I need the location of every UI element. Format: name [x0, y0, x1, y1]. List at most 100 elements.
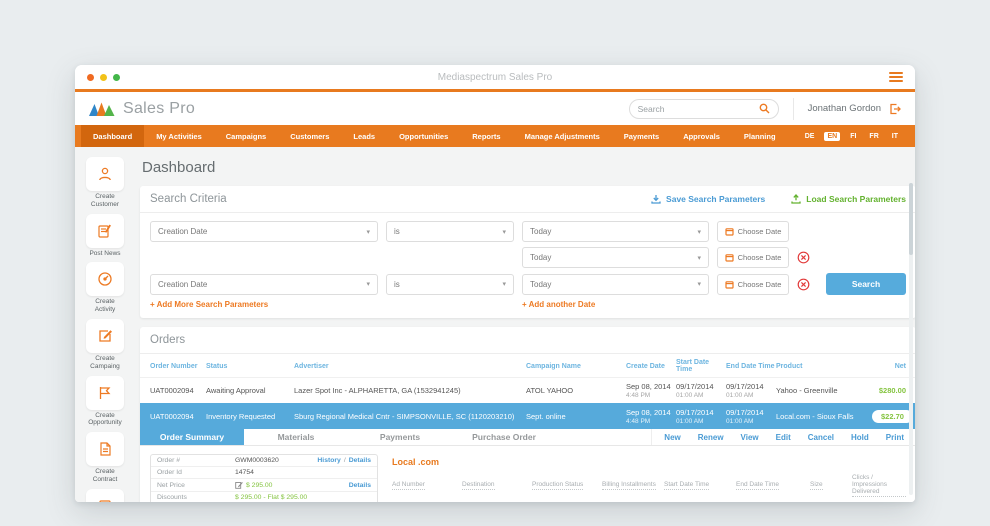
nav-item-my-activities[interactable]: My Activities	[144, 125, 214, 147]
calendar-icon	[725, 253, 734, 262]
person-icon	[97, 166, 113, 182]
nav-item-manage-adjustments[interactable]: Manage Adjustments	[513, 125, 612, 147]
nav-item-customers[interactable]: Customers	[278, 125, 341, 147]
add-another-date-link[interactable]: + Add another Date	[522, 300, 709, 309]
search-icon[interactable]	[759, 103, 770, 114]
order-summary-detail: Order # GWM0003620 History / Details Ord…	[140, 446, 915, 502]
tab-materials[interactable]: Materials	[244, 429, 348, 445]
nav-item-leads[interactable]: Leads	[341, 125, 387, 147]
orders-title: Orders	[150, 334, 185, 346]
chevron-down-icon: ▾	[697, 228, 701, 236]
gauge-icon	[97, 271, 113, 287]
search-criteria-panel: Search Criteria Save Search Parameters	[140, 186, 915, 318]
add-more-search-parameters-link[interactable]: + Add More Search Parameters	[150, 300, 378, 309]
order-row[interactable]: UAT0002094 Awaiting Approval Lazer Spot …	[140, 377, 915, 403]
app-logo: Sales Pro	[89, 100, 195, 118]
content-area: Create Customer Post News Create Activit…	[75, 147, 915, 502]
choose-date-button-3[interactable]: Choose Date	[717, 274, 789, 295]
search-button[interactable]: Search	[826, 273, 906, 295]
search-input[interactable]	[638, 104, 759, 114]
lang-de[interactable]: DE	[802, 132, 818, 141]
ad-table-header: Ad NumberDestination Production StatusBi…	[392, 474, 906, 497]
criteria-value-select-1[interactable]: Today ▾	[522, 221, 709, 242]
sidebar-item-create-activity[interactable]: Create Activity	[85, 262, 125, 314]
nav-item-payments[interactable]: Payments	[612, 125, 671, 147]
tab-purchase-order[interactable]: Purchase Order	[452, 429, 556, 445]
lang-fr[interactable]: FR	[866, 132, 881, 141]
choose-date-button-2[interactable]: Choose Date	[717, 247, 789, 268]
sidebar-item-create-campaign[interactable]: Create Campaing	[85, 319, 125, 371]
nav-item-approvals[interactable]: Approvals	[671, 125, 732, 147]
chevron-down-icon: ▾	[697, 280, 701, 288]
print-button[interactable]: Print	[886, 433, 904, 442]
net-amount-badge: $22.70	[872, 410, 913, 423]
app-window: Mediaspectrum Sales Pro Sales Pro	[75, 65, 915, 502]
criteria-field-select-3[interactable]: Creation Date ▾	[150, 274, 378, 295]
chevron-down-icon: ▾	[366, 228, 370, 236]
tab-order-summary[interactable]: Order Summary	[140, 429, 244, 445]
sidebar-item-create-opportunity[interactable]: Create Opportunity	[85, 376, 125, 428]
net-price-details-link[interactable]: Details	[349, 482, 371, 489]
app-name: Sales Pro	[123, 100, 195, 118]
criteria-value-select-3[interactable]: Today ▾	[522, 274, 709, 295]
order-summary-box: Order # GWM0003620 History / Details Ord…	[150, 454, 378, 502]
lang-fi[interactable]: FI	[847, 132, 859, 141]
logout-icon[interactable]	[889, 103, 901, 115]
scrollbar-thumb[interactable]	[909, 183, 913, 255]
order-row-selected[interactable]: UAT0002094 Inventory Requested Sburg Reg…	[140, 403, 915, 429]
sidebar-item-create-customer[interactable]: Create Customer	[85, 157, 125, 209]
cancel-button[interactable]: Cancel	[808, 433, 834, 442]
ad-group-panel: Local .com Ad NumberDestination Producti…	[392, 454, 906, 502]
sidebar-item-post-news[interactable]: Post News	[85, 214, 125, 258]
criteria-value-select-2[interactable]: Today ▾	[522, 247, 709, 268]
lang-en[interactable]: EN	[824, 132, 840, 141]
user-name[interactable]: Jonathan Gordon	[808, 103, 881, 114]
net-amount: $280.00	[872, 386, 906, 395]
title-bar: Mediaspectrum Sales Pro	[75, 65, 915, 89]
vertical-scrollbar[interactable]	[909, 183, 913, 495]
ad-row: GWM0003620-01 Local.com - Oshkosh Needs …	[392, 501, 906, 502]
nav-item-reports[interactable]: Reports	[460, 125, 512, 147]
header-divider	[793, 98, 794, 120]
nav-item-dashboard[interactable]: Dashboard	[81, 125, 144, 147]
lang-it[interactable]: IT	[889, 132, 901, 141]
edit-pencil-icon[interactable]	[235, 481, 243, 489]
menu-icon[interactable]	[889, 70, 903, 84]
nav-item-opportunities[interactable]: Opportunities	[387, 125, 460, 147]
upload-icon	[791, 194, 801, 204]
criteria-operator-select-3[interactable]: is ▾	[386, 274, 514, 295]
renew-button[interactable]: Renew	[698, 433, 724, 442]
chevron-down-icon: ▾	[366, 280, 370, 288]
sidebar-item-create-prospect[interactable]: Create Prospect	[85, 489, 125, 502]
main-nav: Dashboard My Activities Campaigns Custom…	[75, 125, 915, 147]
orders-table-header: Order NumberStatus AdvertiserCampaign Na…	[140, 354, 915, 377]
remove-date-icon[interactable]	[797, 278, 810, 291]
save-search-parameters-link[interactable]: Save Search Parameters	[651, 194, 765, 204]
history-link[interactable]: History	[317, 457, 340, 464]
language-switcher: DE EN FI FR IT	[802, 125, 915, 147]
orders-panel: Orders Order NumberStatus AdvertiserCamp…	[140, 327, 915, 502]
global-search[interactable]	[629, 99, 779, 119]
nav-item-planning[interactable]: Planning	[732, 125, 788, 147]
view-button[interactable]: View	[741, 433, 759, 442]
load-search-parameters-link[interactable]: Load Search Parameters	[791, 194, 906, 204]
download-icon	[651, 194, 661, 204]
tab-payments[interactable]: Payments	[348, 429, 452, 445]
newspaper-icon	[97, 498, 113, 502]
edit-button[interactable]: Edit	[776, 433, 791, 442]
remove-date-icon[interactable]	[797, 251, 810, 264]
criteria-field-select-1[interactable]: Creation Date ▾	[150, 221, 378, 242]
window-title: Mediaspectrum Sales Pro	[75, 72, 915, 83]
hold-button[interactable]: Hold	[851, 433, 869, 442]
order-detail-tabs: Order Summary Materials Payments Purchas…	[140, 429, 915, 446]
chevron-down-icon: ▾	[697, 254, 701, 262]
sidebar-item-create-contract[interactable]: Create Contract	[85, 432, 125, 484]
chevron-down-icon: ▾	[502, 228, 506, 236]
mountains-logo-icon	[89, 101, 116, 117]
details-link[interactable]: Details	[349, 457, 371, 464]
new-button[interactable]: New	[664, 433, 680, 442]
criteria-operator-select-1[interactable]: is ▾	[386, 221, 514, 242]
nav-item-campaigns[interactable]: Campaigns	[214, 125, 278, 147]
choose-date-button-1[interactable]: Choose Date	[717, 221, 789, 242]
page-title: Dashboard	[142, 159, 915, 176]
